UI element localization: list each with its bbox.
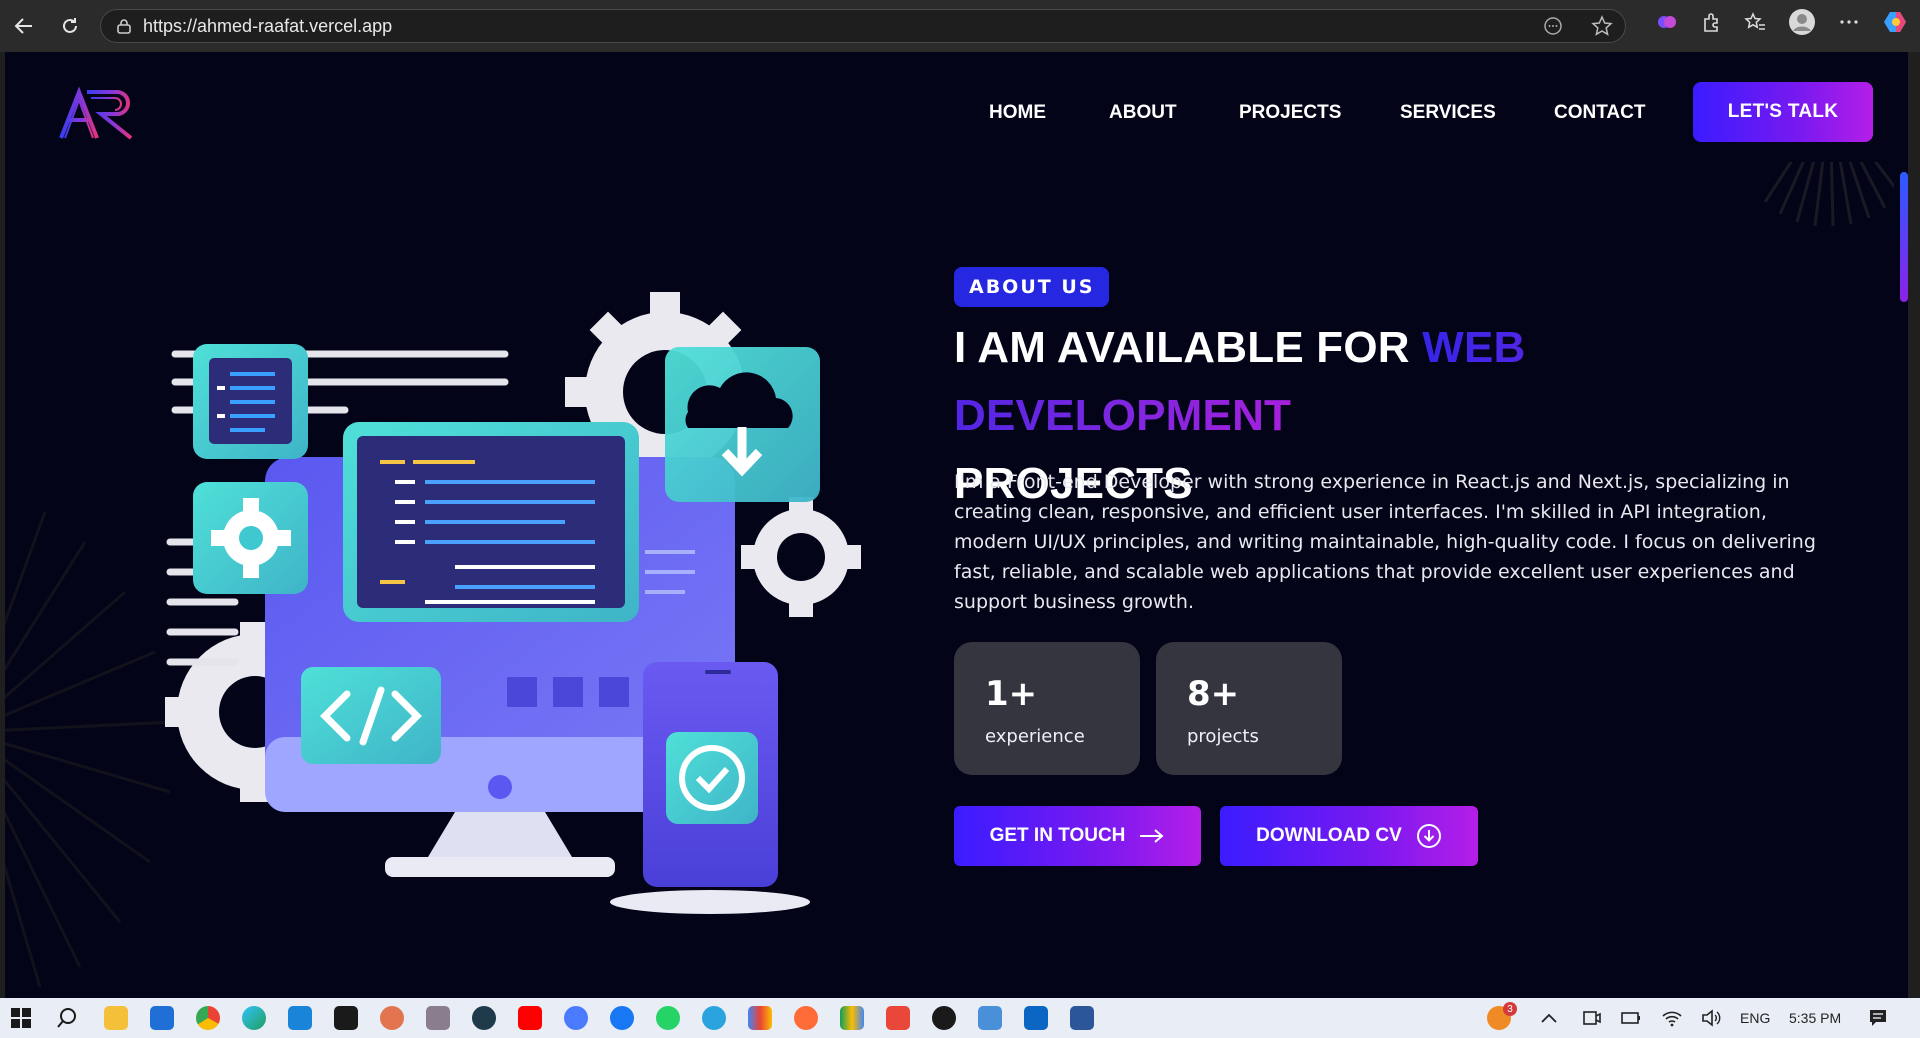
terminal-icon[interactable] xyxy=(334,1006,358,1030)
url-text: https://ahmed-raafat.vercel.app xyxy=(143,15,393,36)
stat-value: 8+ xyxy=(1187,674,1240,714)
store-icon[interactable] xyxy=(150,1006,174,1030)
windows-taskbar: 3 ENG 5:35 PM xyxy=(0,998,1920,1038)
more-options-icon[interactable] xyxy=(1838,11,1860,37)
postman-icon[interactable] xyxy=(794,1006,818,1030)
nav-projects[interactable]: PROJECTS xyxy=(1239,102,1341,124)
favorite-star-icon[interactable] xyxy=(1591,15,1613,42)
edge-icon[interactable] xyxy=(242,1006,266,1030)
nav-contact[interactable]: CONTACT xyxy=(1554,102,1645,124)
chevron-up-icon[interactable] xyxy=(1540,1010,1558,1026)
nav-about[interactable]: ABOUT xyxy=(1109,102,1177,124)
lets-talk-button[interactable]: LET'S TALK xyxy=(1693,82,1873,142)
browser-toolbar: https://ahmed-raafat.vercel.app xyxy=(0,0,1920,52)
stat-card-projects: 8+ projects xyxy=(1156,642,1342,775)
battery-icon[interactable] xyxy=(1620,1008,1642,1028)
developer-illustration xyxy=(165,292,861,914)
extension-brain-icon[interactable] xyxy=(1656,11,1678,37)
scrollbar-thumb[interactable] xyxy=(1900,172,1908,302)
linkedin-icon[interactable] xyxy=(1024,1006,1048,1030)
chrome-icon[interactable] xyxy=(196,1006,220,1030)
windows-start-icon[interactable] xyxy=(11,1008,31,1028)
youtube-icon[interactable] xyxy=(518,1006,542,1030)
github-icon[interactable] xyxy=(932,1006,956,1030)
get-in-touch-button[interactable]: GET IN TOUCH xyxy=(954,806,1201,866)
profile-avatar-icon[interactable] xyxy=(1788,8,1816,40)
hero-description: I'm a Front-end Developer with strong ex… xyxy=(954,471,1816,613)
download-icon xyxy=(1416,824,1441,848)
nav-services[interactable]: SERVICES xyxy=(1400,102,1496,124)
word-icon[interactable] xyxy=(1070,1006,1094,1030)
react-icon[interactable] xyxy=(472,1006,496,1030)
notepad-icon[interactable] xyxy=(978,1006,1002,1030)
notification-center-icon[interactable] xyxy=(1868,1008,1888,1028)
drive-icon[interactable] xyxy=(840,1006,864,1030)
get-in-touch-label: GET IN TOUCH xyxy=(989,825,1126,846)
page-viewport: HOME ABOUT PROJECTS SERVICES CONTACT LET… xyxy=(5,52,1908,998)
app-icon[interactable] xyxy=(426,1006,450,1030)
copilot-icon[interactable] xyxy=(1882,8,1910,40)
reader-icon[interactable] xyxy=(1543,16,1563,41)
back-icon[interactable] xyxy=(6,8,42,44)
whatsapp-icon[interactable] xyxy=(656,1006,680,1030)
stat-label: experience xyxy=(985,726,1085,747)
section-tag: ABOUT US xyxy=(954,267,1110,307)
headline-part1: I AM AVAILABLE FOR xyxy=(954,323,1423,372)
office-icon[interactable] xyxy=(886,1006,910,1030)
extensions-icon[interactable] xyxy=(1700,11,1722,37)
meet-icon[interactable] xyxy=(1582,1008,1602,1028)
stat-card-experience: 1+ experience xyxy=(954,642,1140,775)
file-explorer-icon[interactable] xyxy=(104,1006,128,1030)
address-bar[interactable]: https://ahmed-raafat.vercel.app xyxy=(100,9,1626,43)
claude-icon[interactable] xyxy=(380,1006,404,1030)
arrow-right-icon xyxy=(1140,829,1164,843)
gmail-icon[interactable] xyxy=(748,1006,772,1030)
telegram-icon[interactable] xyxy=(702,1006,726,1030)
decorative-rays-right xyxy=(1763,162,1902,227)
clock-time[interactable]: 5:35 PM xyxy=(1789,1010,1841,1026)
facebook-icon[interactable] xyxy=(610,1006,634,1030)
stat-label: projects xyxy=(1187,726,1259,747)
download-cv-label: DOWNLOAD CV xyxy=(1256,825,1402,846)
notification-count: 3 xyxy=(1503,1002,1517,1016)
ar-logo[interactable] xyxy=(57,86,137,142)
vscode-icon[interactable] xyxy=(288,1006,312,1030)
language-indicator[interactable]: ENG xyxy=(1740,1010,1770,1026)
download-cv-button[interactable]: DOWNLOAD CV xyxy=(1220,806,1478,866)
stat-value: 1+ xyxy=(985,674,1038,714)
refresh-icon[interactable] xyxy=(52,8,88,44)
nav-home[interactable]: HOME xyxy=(989,102,1046,124)
site-info-icon[interactable] xyxy=(115,17,133,40)
volume-icon[interactable] xyxy=(1700,1008,1722,1028)
gemini-icon[interactable] xyxy=(564,1006,588,1030)
search-icon[interactable] xyxy=(56,1007,78,1029)
wifi-icon[interactable] xyxy=(1661,1008,1683,1028)
favorites-icon[interactable] xyxy=(1744,11,1766,37)
